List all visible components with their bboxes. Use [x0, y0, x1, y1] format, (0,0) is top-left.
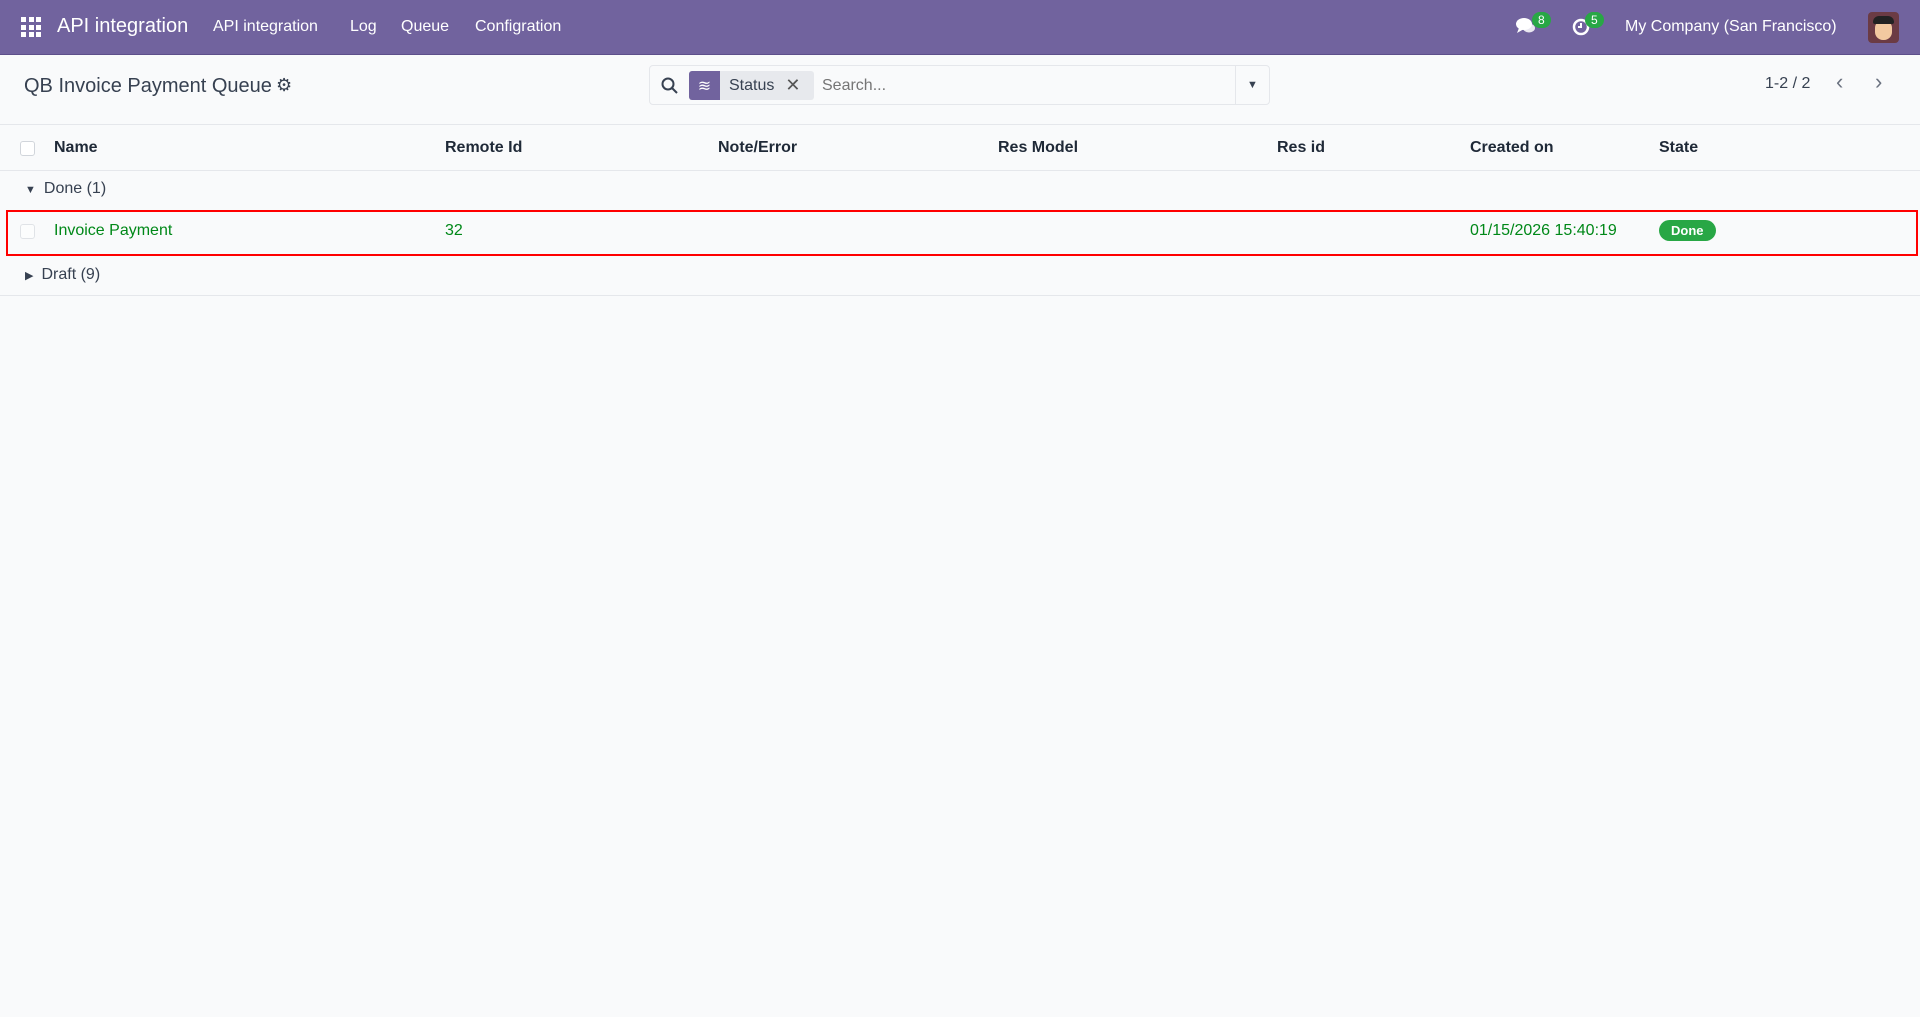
search-options-toggle[interactable]: ▼: [1235, 66, 1269, 104]
pager-previous-icon[interactable]: ‹: [1836, 69, 1843, 95]
facet-label: Status: [729, 76, 775, 94]
column-header-note-error[interactable]: Note/Error: [718, 139, 797, 157]
column-header-state[interactable]: State: [1659, 139, 1698, 157]
company-switcher[interactable]: My Company (San Francisco): [1625, 18, 1837, 36]
group-row-draft[interactable]: ▶ Draft (9): [25, 266, 100, 284]
gear-icon[interactable]: ⚙: [276, 75, 292, 96]
group-label: Draft (9): [41, 266, 101, 283]
caret-down-icon: ▼: [1247, 79, 1258, 91]
column-header-created-on[interactable]: Created on: [1470, 139, 1554, 157]
activities-button[interactable]: 5: [1571, 12, 1604, 38]
menu-log[interactable]: Log: [350, 18, 377, 36]
search-icon[interactable]: [661, 77, 679, 95]
pager-next-icon[interactable]: ›: [1875, 69, 1882, 95]
divider: [0, 170, 1920, 171]
top-navbar: API integration API integration Log Queu…: [0, 0, 1920, 55]
table-row[interactable]: [6, 210, 1918, 256]
search-input[interactable]: [822, 72, 1222, 99]
group-label: Done (1): [43, 180, 107, 197]
caret-down-icon: ▼: [25, 184, 36, 196]
activities-count-badge: 5: [1585, 12, 1604, 28]
caret-right-icon: ▶: [25, 270, 34, 282]
pager-value[interactable]: 1-2 / 2: [1765, 75, 1810, 93]
cell-name: Invoice Payment: [54, 222, 173, 239]
column-header-name[interactable]: Name: [54, 139, 98, 157]
status-badge: Done: [1659, 220, 1716, 241]
messages-count-badge: 8: [1532, 12, 1551, 28]
menu-api-integration[interactable]: API integration: [213, 18, 318, 36]
cell-remote-id: 32: [445, 222, 463, 239]
user-avatar[interactable]: [1868, 12, 1899, 43]
app-brand[interactable]: API integration: [57, 15, 188, 38]
layers-icon: ≋: [689, 71, 720, 100]
group-row-done[interactable]: ▼ Done (1): [25, 180, 106, 198]
column-header-res-id[interactable]: Res id: [1277, 139, 1325, 157]
apps-menu-icon[interactable]: [21, 17, 41, 37]
search-bar: ≋ Status ✕ ▼: [649, 65, 1270, 105]
page-title: QB Invoice Payment Queue: [24, 75, 272, 97]
divider: [0, 295, 1920, 296]
messages-button[interactable]: 8: [1515, 12, 1551, 38]
remove-facet-icon[interactable]: ✕: [785, 75, 800, 96]
control-panel: QB Invoice Payment Queue ⚙ ≋ Status ✕ ▼ …: [0, 55, 1920, 125]
column-header-remote-id[interactable]: Remote Id: [445, 139, 522, 157]
menu-configration[interactable]: Configration: [475, 18, 561, 36]
menu-queue[interactable]: Queue: [401, 18, 449, 36]
cell-created-on: 01/15/2026 15:40:19: [1470, 222, 1617, 239]
column-header-res-model[interactable]: Res Model: [998, 139, 1078, 157]
status-facet: ≋ Status ✕: [689, 71, 814, 100]
row-checkbox[interactable]: [20, 224, 35, 239]
select-all-checkbox[interactable]: [20, 141, 35, 156]
